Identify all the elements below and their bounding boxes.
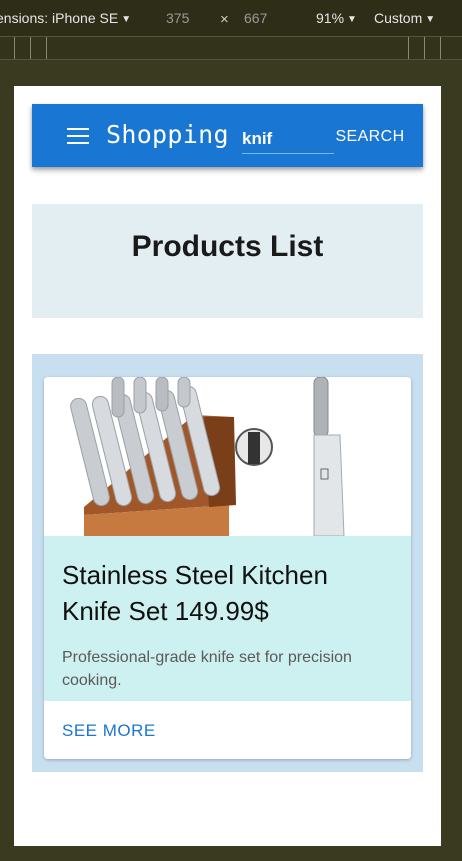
viewport-height-input[interactable]: 667	[244, 10, 267, 26]
search-input[interactable]	[242, 122, 334, 154]
ruler-tick	[440, 37, 441, 59]
device-viewport: Shopping SEARCH Products List	[14, 86, 441, 846]
ruler-tick	[30, 37, 31, 59]
zoom-selector[interactable]: 91% ▼	[316, 10, 357, 26]
caret-down-icon: ▼	[347, 14, 357, 25]
product-title: Stainless Steel Kitchen Knife Set 149.99…	[62, 560, 328, 626]
throttle-label: Custom	[374, 10, 423, 26]
ruler-tick	[424, 37, 425, 59]
dimension-separator: ×	[220, 11, 229, 28]
ruler-tick	[46, 37, 47, 59]
ruler-tick	[408, 37, 409, 59]
caret-down-icon: ▼	[121, 14, 132, 25]
app-bar: Shopping SEARCH	[32, 104, 423, 167]
viewport-width-input[interactable]: 375	[166, 10, 189, 26]
product-list: Stainless Steel Kitchen Knife Set 149.99…	[32, 354, 423, 772]
search-button[interactable]: SEARCH	[332, 126, 408, 148]
device-selector[interactable]: ensions: iPhone SE ▼	[0, 10, 131, 26]
product-description: Professional-grade knife set for precisi…	[62, 649, 352, 689]
device-label: ensions: iPhone SE	[0, 10, 119, 26]
see-more-button[interactable]: SEE MORE	[62, 721, 156, 741]
media-query-ruler	[0, 36, 462, 60]
devtools-device-toolbar: ensions: iPhone SE ▼ 375 × 667 91% ▼ Custo…	[0, 0, 462, 36]
product-card-content: Stainless Steel Kitchen Knife Set 149.99…	[44, 536, 411, 701]
zoom-label: 91%	[316, 10, 345, 26]
product-image	[44, 377, 411, 537]
product-card-actions: SEE MORE	[44, 701, 411, 759]
app-title: Shopping	[106, 120, 229, 149]
throttle-selector[interactable]: Custom ▼	[374, 10, 435, 26]
hamburger-menu-icon[interactable]	[67, 128, 89, 144]
products-header: Products List	[32, 204, 423, 318]
product-card: Stainless Steel Kitchen Knife Set 149.99…	[44, 377, 411, 759]
caret-down-icon: ▼	[425, 14, 436, 25]
ruler-tick	[14, 37, 15, 59]
page-title: Products List	[131, 230, 324, 263]
